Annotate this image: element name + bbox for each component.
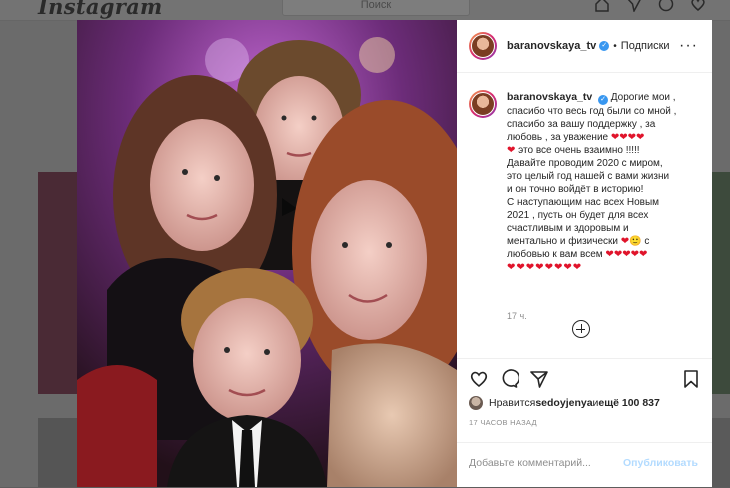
- comment-icon[interactable]: [499, 369, 521, 389]
- separator-dot: •: [613, 40, 617, 52]
- bg-grid-tile: [712, 418, 730, 487]
- caption-line: счастливым и здоровым и: [507, 223, 629, 234]
- publish-comment-button[interactable]: Опубликовать: [623, 457, 698, 469]
- caption-line: спасибо за вашу поддержку , за: [507, 119, 656, 130]
- post-photo[interactable]: [77, 20, 457, 487]
- family-selfie-image: [77, 20, 457, 487]
- top-navbar: Instagram Поиск: [0, 0, 730, 21]
- liker-username[interactable]: sedoyjenya: [535, 397, 592, 409]
- home-icon[interactable]: [594, 0, 610, 12]
- avatar[interactable]: [469, 32, 497, 60]
- plus-circle-icon[interactable]: [572, 320, 590, 338]
- more-icon[interactable]: ···: [679, 38, 698, 54]
- caption-line: любовью к вам всем ❤❤❤❤❤: [507, 249, 648, 260]
- caption-line: спасибо что весь год были со мной ,: [507, 106, 677, 117]
- share-icon[interactable]: [529, 369, 549, 389]
- caption-line: Дорогие мои ,: [610, 92, 676, 103]
- caption-line: ❤❤❤❤❤❤❤❤: [507, 262, 583, 273]
- likes-count[interactable]: ещё 100 837: [598, 397, 659, 409]
- verified-badge-icon: ✓: [598, 95, 609, 105]
- following-button[interactable]: Подписки: [621, 40, 670, 52]
- caption-timestamp: 17 ч.: [507, 311, 527, 321]
- heart-icon[interactable]: [469, 369, 489, 389]
- caption-line: Давайте проводим 2020 с миром,: [507, 158, 663, 169]
- caption-username[interactable]: baranovskaya_tv: [507, 91, 592, 103]
- comment-bar: Добавьте комментарий... Опубликовать: [457, 442, 712, 488]
- caption-line: ментально и физически ❤🙂 с: [507, 236, 650, 247]
- caption-text: baranovskaya_tv ✓ Дорогие мои , спасибо …: [507, 91, 701, 274]
- caption-avatar[interactable]: [469, 90, 497, 118]
- nav-icons: [594, 0, 706, 14]
- bg-grid-tile: [38, 418, 78, 487]
- post-date[interactable]: 17 ЧАСОВ НАЗАД: [469, 418, 537, 427]
- likes-prefix: Нравится: [489, 397, 536, 409]
- caption-line: любовь , за уважение ❤❤❤❤: [507, 132, 645, 143]
- bg-grid-tile: [712, 172, 730, 394]
- caption-line: это целый год нашей с вами жизни: [507, 171, 670, 182]
- post-header: baranovskaya_tv ✓ • Подписки ···: [457, 20, 712, 73]
- instagram-logo[interactable]: Instagram: [38, 0, 163, 19]
- post-details-panel: baranovskaya_tv ✓ • Подписки ··· baranov…: [457, 20, 712, 487]
- direct-icon[interactable]: [626, 0, 642, 14]
- action-bar: [457, 358, 712, 397]
- search-input[interactable]: Поиск: [282, 0, 470, 16]
- verified-badge-icon: ✓: [599, 41, 610, 51]
- bookmark-icon[interactable]: [681, 369, 701, 389]
- caption-line: С наступающим нас всех Новым: [507, 197, 660, 208]
- caption-line: 2021 , пусть он будет для всех: [507, 210, 649, 221]
- caption-line: ❤ это все очень взаимно !!!!!: [507, 145, 640, 156]
- header-username[interactable]: baranovskaya_tv: [507, 40, 596, 52]
- comment-input[interactable]: Добавьте комментарий...: [469, 457, 591, 469]
- liker-avatar[interactable]: [469, 396, 483, 410]
- activity-heart-icon[interactable]: [690, 0, 706, 12]
- caption-line: и он точно войдёт в историю!: [507, 184, 644, 195]
- bg-grid-tile: [38, 172, 78, 394]
- likes-summary: Нравится sedoyjenya и ещё 100 837: [469, 396, 660, 410]
- explore-icon[interactable]: [658, 0, 674, 12]
